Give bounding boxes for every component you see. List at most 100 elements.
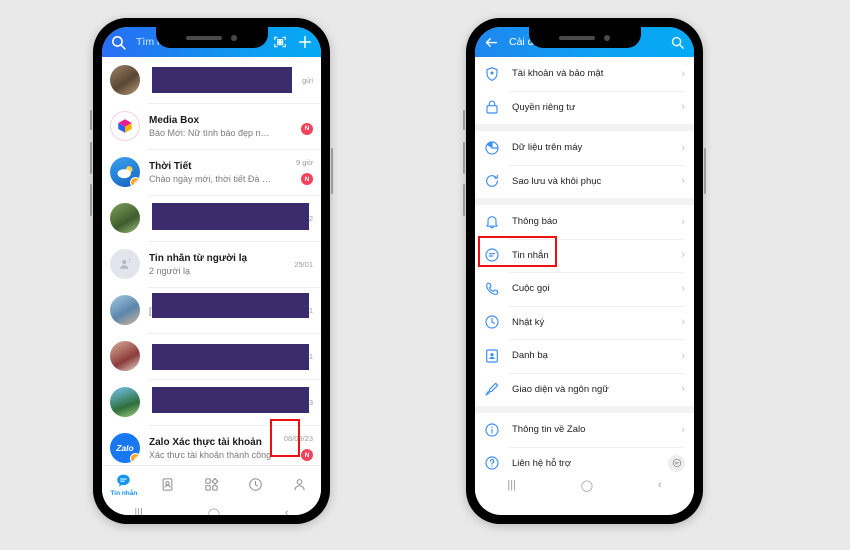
paint-brush-icon — [485, 383, 499, 396]
settings-row-label: Cuộc gọi — [512, 283, 550, 295]
chat-row[interactable]: ? Tin nhắn từ người lạ 2 người lạ 25/01 — [102, 241, 321, 287]
message-icon — [117, 474, 131, 487]
avatar[interactable]: ✓ — [110, 157, 140, 187]
avatar[interactable] — [110, 387, 140, 417]
avatar[interactable]: ? — [110, 249, 140, 279]
avatar[interactable]: Zalo ✓ — [110, 433, 140, 463]
bell-icon — [486, 215, 498, 229]
chat-list[interactable]: gửi Media Box Báo Mới: Nữ tình báo đẹp n… — [102, 57, 321, 465]
info-icon — [485, 423, 499, 437]
plus-icon[interactable] — [297, 34, 313, 50]
phone-left-screen: Tìm kiếm — [102, 27, 321, 515]
support-bubble-glyph — [672, 459, 681, 468]
settings-row-appearance-language[interactable]: Giao diện và ngôn ngữ › — [475, 372, 694, 407]
chevron-right-icon: › — [681, 101, 685, 114]
mediabox-logo-icon — [118, 119, 132, 133]
chat-time: 9 giờ — [295, 158, 313, 168]
settings-list[interactable]: Tài khoản và bảo mật › Quyền riêng tư › — [475, 57, 694, 475]
tab-apps[interactable] — [190, 466, 234, 503]
settings-row-calls[interactable]: Cuộc gọi › — [475, 272, 694, 306]
bottom-tab-bar: Tin nhắn — [102, 465, 321, 503]
settings-row-support[interactable]: Liên hệ hỗ trợ — [475, 446, 694, 476]
settings-row-label: Quyền riêng tư — [512, 101, 576, 113]
settings-row-backup-restore[interactable]: Sao lưu và khôi phục › — [475, 164, 694, 199]
settings-group: Tài khoản và bảo mật › Quyền riêng tư › — [475, 57, 694, 124]
settings-row-label: Thông tin về Zalo — [512, 424, 586, 436]
avatar[interactable] — [110, 203, 140, 233]
home-button[interactable]: ◯ — [581, 479, 593, 492]
chat-row[interactable]: ✓ Thời Tiết Chào ngày mới, thời tiết Đà … — [102, 149, 321, 195]
settings-row-label: Tin nhắn — [512, 249, 549, 261]
settings-row-account-security[interactable]: Tài khoản và bảo mật › — [475, 57, 694, 91]
verified-badge: ✓ — [130, 453, 140, 463]
tab-profile[interactable] — [277, 466, 321, 503]
phone-right-power-button[interactable] — [704, 148, 706, 194]
settings-row-label: Danh bạ — [512, 350, 548, 362]
unread-badge: N — [301, 173, 313, 186]
settings-row-log[interactable]: Nhật ký › — [475, 305, 694, 340]
contacts-icon — [162, 478, 173, 491]
chat-title: Zalo Xác thực tài khoản — [149, 436, 262, 448]
home-button[interactable]: ◯ — [208, 507, 220, 516]
settings-row-label: Nhật ký — [512, 316, 545, 328]
arrow-left-icon[interactable] — [484, 35, 499, 50]
phone-right-screen: Cài đặt Tài khoản và bảo mật › Quyền riê… — [475, 27, 694, 515]
phone-right: Cài đặt Tài khoản và bảo mật › Quyền riê… — [463, 18, 706, 524]
tab-messages[interactable]: Tin nhắn — [102, 466, 146, 503]
chat-subtitle: 2 người lạ — [149, 265, 190, 276]
avatar[interactable] — [110, 295, 140, 325]
recents-button[interactable]: ||| — [507, 479, 516, 491]
phone-left-power-button[interactable] — [331, 148, 333, 194]
phone-right-side-button-3[interactable] — [463, 184, 465, 216]
qr-scan-icon[interactable] — [273, 35, 287, 49]
chat-support-icon[interactable] — [668, 454, 685, 472]
settings-row-label: Liên hệ hỗ trợ — [512, 457, 572, 469]
tab-timeline[interactable] — [233, 466, 277, 503]
chat-row[interactable]: 09/01 — [102, 333, 321, 379]
settings-row-label: Thông báo — [512, 216, 558, 228]
settings-row-privacy[interactable]: Quyền riêng tư › — [475, 90, 694, 125]
chat-row-body: Thời Tiết Chào ngày mới, thời tiết Đà Nẵ… — [149, 161, 273, 184]
chat-row[interactable]: gửi — [102, 57, 321, 103]
back-button[interactable]: ‹ — [285, 507, 289, 515]
avatar[interactable] — [110, 65, 140, 95]
phone-right-side-button-2[interactable] — [463, 142, 465, 174]
chevron-right-icon: › — [681, 141, 685, 154]
chat-row-body: Tin nhắn từ người lạ 2 người lạ — [149, 253, 273, 276]
recents-button[interactable]: ||| — [134, 507, 143, 515]
chat-meta: 25/01 — [273, 260, 313, 269]
chevron-right-icon: › — [681, 175, 685, 188]
settings-row-contacts[interactable]: Danh bạ › — [475, 339, 694, 373]
settings-group-divider — [475, 406, 694, 413]
chat-row[interactable]: 23 — [102, 379, 321, 425]
avatar[interactable] — [110, 111, 140, 141]
settings-row-about-zalo[interactable]: Thông tin về Zalo › — [475, 413, 694, 447]
search-icon[interactable] — [670, 35, 685, 50]
lock-icon — [486, 100, 498, 114]
chevron-right-icon: › — [681, 282, 685, 295]
phone-left-side-button-2[interactable] — [90, 142, 92, 174]
settings-row-notifications[interactable]: Thông báo › — [475, 205, 694, 239]
phone-left-side-button-3[interactable] — [90, 184, 92, 216]
search-icon[interactable] — [110, 34, 127, 51]
settings-group-divider — [475, 124, 694, 131]
settings-row-local-data[interactable]: Dữ liệu trên máy › — [475, 131, 694, 165]
chat-row[interactable]: Media Box Báo Mới: Nữ tình báo đẹp nổi t… — [102, 103, 321, 149]
phone-right-side-button-1[interactable] — [463, 110, 465, 130]
chevron-right-icon: › — [681, 423, 685, 436]
settings-row-messages[interactable]: Tin nhắn › — [475, 238, 694, 273]
redaction-bar — [152, 344, 309, 370]
tab-contacts[interactable] — [146, 466, 190, 503]
clock-icon — [485, 315, 499, 329]
pie-chart-icon — [485, 141, 499, 155]
phone-left-side-button-1[interactable] — [90, 110, 92, 130]
chat-row[interactable]: [Hình ảnh] 01 — [102, 287, 321, 333]
chat-row[interactable]: 02 — [102, 195, 321, 241]
avatar[interactable] — [110, 341, 140, 371]
chat-row[interactable]: Zalo ✓ Zalo Xác thực tài khoản Xác thực … — [102, 425, 321, 465]
settings-row-label: Dữ liệu trên máy — [512, 142, 583, 154]
chevron-right-icon: › — [681, 349, 685, 362]
back-button[interactable]: ‹ — [658, 479, 662, 491]
chevron-right-icon: › — [681, 383, 685, 396]
chevron-right-icon: › — [681, 67, 685, 80]
